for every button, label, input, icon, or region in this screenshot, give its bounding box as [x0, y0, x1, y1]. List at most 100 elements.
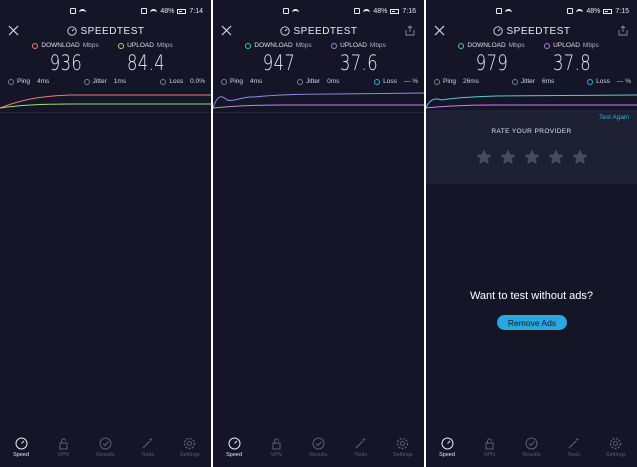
speedtest-gauge-icon	[492, 26, 503, 36]
battery-percent: 48%	[160, 7, 175, 15]
upload-icon	[118, 42, 125, 49]
wand-icon	[355, 438, 366, 449]
tab-settings[interactable]: Settings	[598, 437, 634, 458]
loss-stat: Loss — %	[374, 78, 418, 85]
app-header: SPEEDTEST	[426, 22, 637, 40]
battery-percent: 48%	[586, 7, 601, 15]
share-icon[interactable]	[618, 25, 628, 36]
status-bar: 48% 7:15	[426, 0, 637, 22]
loss-icon	[374, 78, 381, 85]
loss-icon	[160, 78, 167, 85]
close-icon[interactable]	[434, 25, 445, 36]
no-ads-prompt: Want to test without ads?	[469, 290, 594, 302]
speed-gauge-icon	[228, 437, 241, 450]
tab-speed[interactable]: Speed	[3, 437, 39, 458]
download-meter: DOWNLOAD Mbps 936	[26, 42, 106, 75]
bottom-tab-bar: Speed VPN Results Tools Settings	[213, 433, 424, 467]
app-header: SPEEDTEST	[0, 22, 211, 40]
tab-results[interactable]: Results	[513, 437, 549, 458]
upload-meter: UPLOAD Mbps 37.6	[319, 42, 399, 75]
tab-vpn[interactable]: VPN	[258, 437, 294, 458]
star-icon-3[interactable]	[523, 148, 541, 166]
battery-percent: 48%	[373, 7, 388, 15]
jitter-icon	[297, 78, 304, 85]
tab-vpn[interactable]: VPN	[471, 437, 507, 458]
tab-settings[interactable]: Settings	[172, 437, 208, 458]
download-label: DOWNLOAD	[41, 42, 80, 49]
download-icon	[245, 42, 252, 49]
lock-icon	[59, 438, 68, 450]
tab-results[interactable]: Results	[300, 437, 336, 458]
tab-tools[interactable]: Tools	[343, 437, 379, 458]
ping-icon	[221, 78, 227, 85]
tab-speed[interactable]: Speed	[429, 437, 465, 458]
jitter-stat: Jitter 6ms	[511, 78, 554, 85]
speed-graph	[426, 94, 637, 109]
battery-icon	[603, 8, 613, 14]
star-icon-1[interactable]	[475, 148, 493, 166]
bottom-tab-bar: Speed VPN Results Tools Settings	[426, 433, 637, 467]
tab-results[interactable]: Results	[87, 437, 123, 458]
ping-stat: Ping 26ms	[434, 78, 479, 85]
screenshot-collage: 48% 7:14 SPEEDTEST DOWNLOAD Mbps 936 UPLO…	[0, 0, 637, 467]
tab-tools[interactable]: Tools	[130, 437, 166, 458]
ping-stat: Ping 4ms	[221, 78, 262, 85]
rate-provider-title: RATE YOUR PROVIDER	[491, 128, 572, 135]
jitter-stat: Jitter 1ms	[83, 78, 126, 85]
speedtest-gauge-icon	[66, 26, 77, 36]
share-icon[interactable]	[405, 25, 415, 36]
speedtest-logo: SPEEDTEST	[279, 25, 358, 37]
divider	[0, 112, 211, 113]
star-icon-2[interactable]	[499, 148, 517, 166]
gear-icon	[397, 437, 409, 450]
upload-unit: Mbps	[156, 42, 173, 49]
speedtest-gauge-icon	[279, 26, 290, 36]
ping-icon	[8, 78, 14, 85]
notification-icon	[496, 8, 502, 14]
rate-provider-card: Test Again RATE YOUR PROVIDER	[426, 110, 637, 184]
close-icon[interactable]	[8, 25, 19, 36]
download-graph-line	[0, 94, 211, 109]
speed-gauge-icon	[441, 437, 454, 450]
jitter-icon	[511, 78, 518, 85]
nfc-icon	[141, 8, 148, 14]
stats-row: Ping 4ms Jitter 1ms Loss 0.0%	[0, 75, 211, 85]
upload-meter: UPLOAD Mbps 37.8	[532, 42, 612, 75]
app-header: SPEEDTEST	[213, 22, 424, 40]
nfc-icon	[567, 8, 574, 14]
stats-row: Ping 26ms Jitter 6ms Loss — %	[426, 75, 637, 85]
speed-meters: DOWNLOAD Mbps 979 UPLOAD Mbps 37.8	[426, 40, 637, 75]
tab-tools[interactable]: Tools	[556, 437, 592, 458]
remove-ads-button[interactable]: Remove Ads	[497, 315, 567, 330]
download-label: DOWNLOAD	[254, 42, 293, 49]
gear-icon	[184, 437, 196, 450]
star-icon-5[interactable]	[571, 148, 589, 166]
wand-icon	[142, 438, 153, 449]
tab-speed[interactable]: Speed	[216, 437, 252, 458]
signal-icon	[150, 8, 158, 14]
signal-icon	[576, 8, 584, 14]
status-bar: 48% 7:16	[213, 0, 424, 22]
tab-settings[interactable]: Settings	[385, 437, 421, 458]
app-title: SPEEDTEST	[293, 25, 358, 37]
upload-label: UPLOAD	[553, 42, 580, 49]
notification-icon	[283, 8, 289, 14]
star-icon-4[interactable]	[547, 148, 565, 166]
speed-meters: DOWNLOAD Mbps 947 UPLOAD Mbps 37.6	[213, 40, 424, 75]
bottom-tab-bar: Speed VPN Results Tools Settings	[0, 433, 211, 467]
upload-value: 37.8	[552, 51, 591, 75]
notification-icon	[70, 8, 76, 14]
upload-graph-line	[426, 104, 637, 109]
download-unit: Mbps	[508, 42, 525, 49]
tab-vpn[interactable]: VPN	[45, 437, 81, 458]
speed-meters: DOWNLOAD Mbps 936 UPLOAD Mbps 84.4	[0, 40, 211, 75]
download-unit: Mbps	[82, 42, 99, 49]
rating-stars	[426, 148, 637, 166]
ping-icon	[434, 78, 440, 85]
upload-icon	[331, 42, 338, 49]
screen-2: 48% 7:16 SPEEDTEST DOWNLOAD Mbps 947 UPLO…	[213, 0, 424, 467]
test-again-link[interactable]: Test Again	[599, 114, 629, 121]
jitter-stat: Jitter 0ms	[297, 78, 339, 85]
close-icon[interactable]	[221, 25, 232, 36]
status-time: 7:14	[189, 7, 203, 15]
